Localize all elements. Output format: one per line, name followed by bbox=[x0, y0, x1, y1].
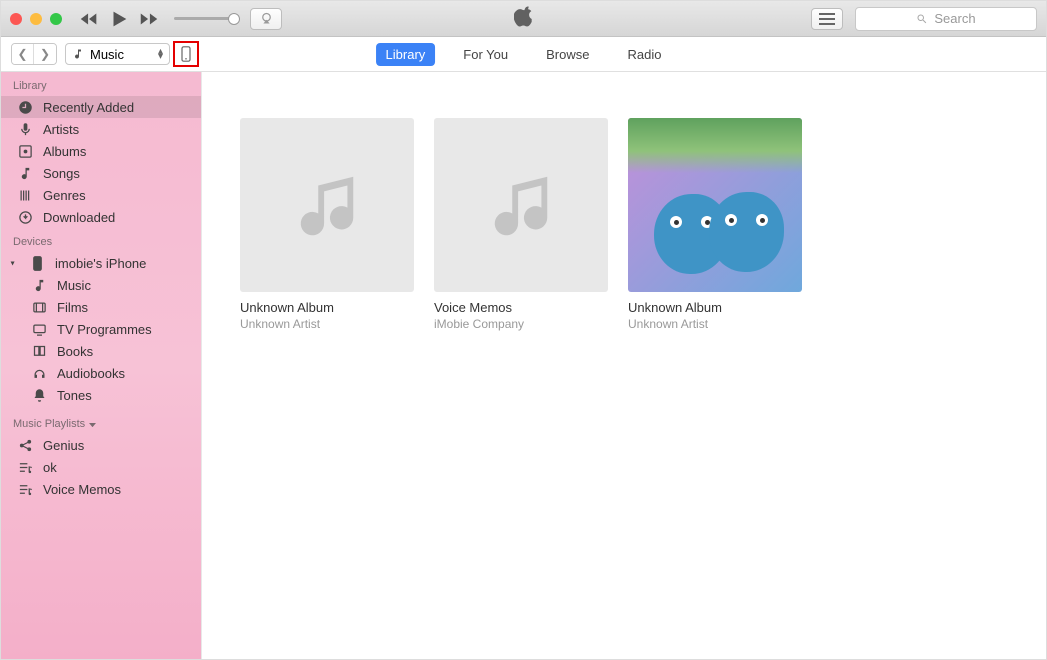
sidebar-device-books[interactable]: Books bbox=[1, 340, 201, 362]
album-title: Unknown Album bbox=[628, 300, 802, 315]
volume-slider[interactable] bbox=[174, 17, 234, 20]
apple-logo-icon bbox=[514, 5, 534, 32]
album-artist: Unknown Artist bbox=[240, 317, 414, 331]
media-type-selector[interactable]: Music ▴▾ bbox=[65, 43, 170, 65]
sidebar-section-library: Library bbox=[1, 72, 201, 96]
sidebar-device-tones[interactable]: Tones bbox=[1, 384, 201, 406]
sidebar-item-downloaded[interactable]: Downloaded bbox=[1, 206, 201, 228]
view-mode-button[interactable] bbox=[811, 8, 843, 30]
sidebar-section-devices: Devices bbox=[1, 228, 201, 252]
album-card[interactable]: Unknown Album Unknown Artist bbox=[628, 118, 802, 613]
sidebar-item-label: Tones bbox=[57, 388, 92, 403]
film-icon bbox=[31, 299, 47, 315]
minimize-window-button[interactable] bbox=[30, 13, 42, 25]
sidebar-item-label: Songs bbox=[43, 166, 80, 181]
microphone-icon bbox=[17, 121, 33, 137]
music-note-icon bbox=[292, 163, 362, 248]
sidebar-item-label: Artists bbox=[43, 122, 79, 137]
window-titlebar: Search bbox=[1, 1, 1046, 37]
music-note-icon bbox=[17, 165, 33, 181]
navigation-bar: ❮ ❯ Music ▴▾ Library For You Browse Radi… bbox=[1, 37, 1046, 72]
media-type-label: Music bbox=[90, 47, 124, 62]
tv-icon bbox=[31, 321, 47, 337]
play-button[interactable] bbox=[108, 8, 130, 30]
album-title: Voice Memos bbox=[434, 300, 608, 315]
next-track-button[interactable] bbox=[138, 8, 160, 30]
tab-library[interactable]: Library bbox=[376, 43, 436, 66]
music-note-icon bbox=[31, 277, 47, 293]
album-icon bbox=[17, 143, 33, 159]
sidebar-item-recently-added[interactable]: Recently Added bbox=[1, 96, 201, 118]
sidebar-item-label: Downloaded bbox=[43, 210, 115, 225]
forward-button[interactable]: ❯ bbox=[34, 44, 56, 64]
sidebar-item-songs[interactable]: Songs bbox=[1, 162, 201, 184]
sidebar-playlist-genius[interactable]: Genius bbox=[1, 434, 201, 456]
playlists-label: Music Playlists bbox=[13, 418, 85, 430]
sidebar: Library Recently Added Artists Albums So… bbox=[1, 72, 202, 659]
album-artwork-placeholder bbox=[240, 118, 414, 292]
bell-icon bbox=[31, 387, 47, 403]
album-card[interactable]: Voice Memos iMobie Company bbox=[434, 118, 608, 613]
sidebar-item-label: Audiobooks bbox=[57, 366, 125, 381]
sidebar-item-label: Albums bbox=[43, 144, 86, 159]
selector-chevrons-icon: ▴▾ bbox=[158, 49, 163, 59]
sidebar-item-label: Genres bbox=[43, 188, 86, 203]
tab-for-you[interactable]: For You bbox=[453, 43, 518, 66]
airplay-button[interactable] bbox=[250, 8, 282, 30]
music-note-icon bbox=[486, 163, 556, 248]
sidebar-item-albums[interactable]: Albums bbox=[1, 140, 201, 162]
sidebar-device-audiobooks[interactable]: Audiobooks bbox=[1, 362, 201, 384]
search-placeholder: Search bbox=[934, 11, 975, 26]
sidebar-item-label: Films bbox=[57, 300, 88, 315]
search-input[interactable]: Search bbox=[855, 7, 1037, 31]
disclosure-triangle-icon[interactable]: ▸ bbox=[9, 261, 18, 265]
chevron-down-icon bbox=[89, 418, 96, 430]
album-grid: Unknown Album Unknown Artist Voice Memos… bbox=[202, 72, 1046, 659]
sidebar-item-label: ok bbox=[43, 460, 57, 475]
sidebar-item-label: Voice Memos bbox=[43, 482, 121, 497]
sidebar-item-label: Genius bbox=[43, 438, 84, 453]
previous-track-button[interactable] bbox=[78, 8, 100, 30]
download-icon bbox=[17, 209, 33, 225]
sidebar-device-tv[interactable]: TV Programmes bbox=[1, 318, 201, 340]
close-window-button[interactable] bbox=[10, 13, 22, 25]
playlist-icon bbox=[17, 481, 33, 497]
sidebar-device-music[interactable]: Music bbox=[1, 274, 201, 296]
album-artist: Unknown Artist bbox=[628, 317, 802, 331]
phone-icon bbox=[29, 255, 45, 271]
main-tabs: Library For You Browse Radio bbox=[376, 43, 672, 66]
guitar-icon bbox=[17, 187, 33, 203]
device-button[interactable] bbox=[173, 41, 199, 67]
album-card[interactable]: Unknown Album Unknown Artist bbox=[240, 118, 414, 613]
sidebar-item-label: Music bbox=[57, 278, 91, 293]
genius-icon bbox=[17, 437, 33, 453]
clock-icon bbox=[17, 99, 33, 115]
album-title: Unknown Album bbox=[240, 300, 414, 315]
back-button[interactable]: ❮ bbox=[12, 44, 34, 64]
playlist-icon bbox=[17, 459, 33, 475]
album-artwork-placeholder bbox=[434, 118, 608, 292]
sidebar-device-iphone[interactable]: ▸ imobie's iPhone bbox=[1, 252, 201, 274]
sidebar-item-label: imobie's iPhone bbox=[55, 256, 146, 271]
album-artist: iMobie Company bbox=[434, 317, 608, 331]
sidebar-device-films[interactable]: Films bbox=[1, 296, 201, 318]
sidebar-item-label: TV Programmes bbox=[57, 322, 152, 337]
sidebar-item-label: Recently Added bbox=[43, 100, 134, 115]
history-nav: ❮ ❯ bbox=[11, 43, 57, 65]
sidebar-section-playlists[interactable]: Music Playlists bbox=[1, 406, 201, 434]
headphones-icon bbox=[31, 365, 47, 381]
sidebar-item-artists[interactable]: Artists bbox=[1, 118, 201, 140]
sidebar-playlist-ok[interactable]: ok bbox=[1, 456, 201, 478]
window-controls bbox=[10, 13, 62, 25]
book-icon bbox=[31, 343, 47, 359]
album-artwork bbox=[628, 118, 802, 292]
sidebar-playlist-voicememos[interactable]: Voice Memos bbox=[1, 478, 201, 500]
sidebar-item-genres[interactable]: Genres bbox=[1, 184, 201, 206]
tab-browse[interactable]: Browse bbox=[536, 43, 599, 66]
zoom-window-button[interactable] bbox=[50, 13, 62, 25]
sidebar-item-label: Books bbox=[57, 344, 93, 359]
tab-radio[interactable]: Radio bbox=[617, 43, 671, 66]
